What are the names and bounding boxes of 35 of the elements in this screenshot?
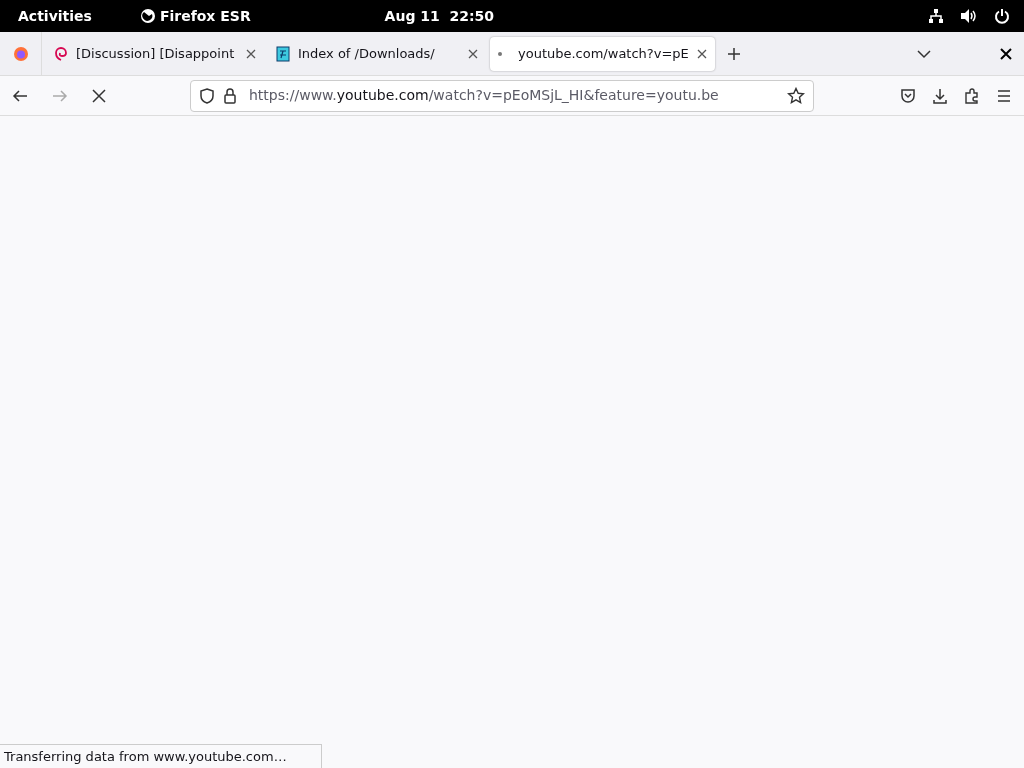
tab-title: youtube.com/watch?v=pE xyxy=(518,44,689,63)
close-icon[interactable] xyxy=(1000,47,1012,60)
url-text: https://www.youtube.com/watch?v=pEoMSjL_HI&feature=youtu.be xyxy=(249,86,719,105)
address-bar[interactable]: https://www.youtube.com/watch?v=pEoMSjL_HI&feature=youtu.be xyxy=(190,79,814,112)
tab-title: [Discussion] [Disappoint xyxy=(76,44,236,63)
bookmark-star-icon[interactable] xyxy=(787,86,805,105)
browser-tab[interactable]: Index of /Downloads/ xyxy=(268,36,486,71)
app-name[interactable]: Firefox ESR xyxy=(159,5,251,27)
chevron-down-icon[interactable] xyxy=(916,48,932,59)
close-tab-icon[interactable] xyxy=(246,48,256,59)
tab-title: Index of /Downloads/ xyxy=(298,44,436,63)
download-icon[interactable] xyxy=(932,87,948,104)
clock[interactable]: Aug 11 22:50 xyxy=(384,7,495,24)
close-tab-icon[interactable] xyxy=(468,48,478,59)
shield-icon[interactable] xyxy=(199,87,215,104)
extensions-icon[interactable] xyxy=(964,87,980,104)
volume-icon[interactable] xyxy=(960,8,978,24)
document-icon xyxy=(276,45,290,62)
browser-tab[interactable]: youtube.com/watch?v=pE xyxy=(490,36,715,71)
lock-icon[interactable] xyxy=(223,87,237,104)
status-bar: Transferring data from www.youtube.com… xyxy=(0,744,322,768)
pocket-icon[interactable] xyxy=(900,87,916,104)
power-icon[interactable] xyxy=(994,8,1010,24)
stop-icon[interactable] xyxy=(92,88,106,103)
swirl-icon xyxy=(54,45,68,62)
network-icon[interactable] xyxy=(928,8,944,24)
back-arrow-icon[interactable] xyxy=(12,87,28,104)
app-icon xyxy=(139,8,156,24)
menu-icon[interactable] xyxy=(996,87,1012,104)
close-tab-icon[interactable] xyxy=(696,48,707,59)
browser-logo-icon[interactable] xyxy=(12,45,29,62)
new-tab-icon[interactable] xyxy=(726,46,741,61)
browser-tab[interactable]: [Discussion] [Disappoint xyxy=(46,36,264,71)
loading-dot-icon xyxy=(498,51,502,56)
activities-button[interactable]: Activities xyxy=(18,5,92,27)
